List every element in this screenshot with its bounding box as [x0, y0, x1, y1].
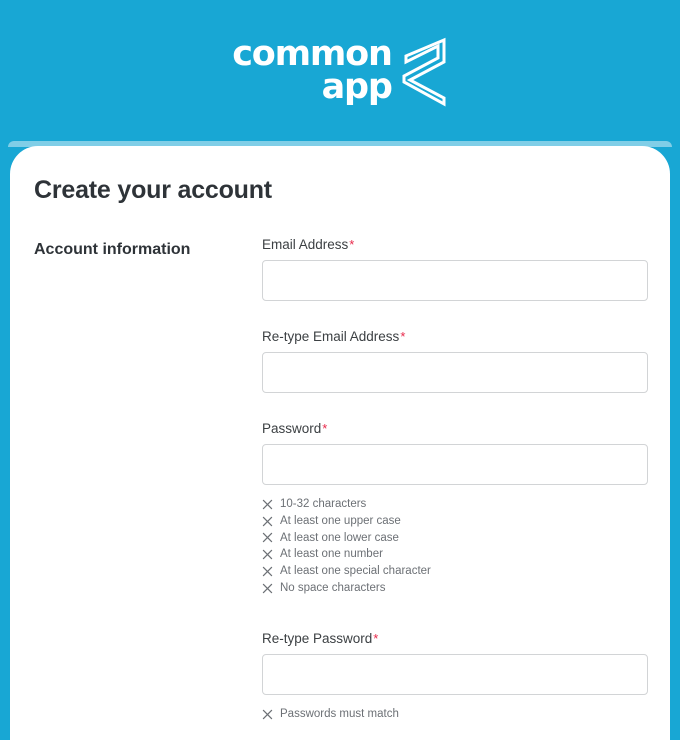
required-marker: *: [400, 329, 406, 344]
password-requirement-item: At least one lower case: [262, 530, 648, 547]
page-title: Create your account: [34, 176, 272, 204]
required-marker: *: [322, 421, 328, 436]
password-requirement-item: Passwords must match: [262, 706, 648, 723]
x-icon: [262, 566, 273, 577]
password-requirement-item: No space characters: [262, 580, 648, 597]
password-match-requirements-list: Passwords must match: [262, 706, 648, 723]
password-requirement-item: At least one upper case: [262, 513, 648, 530]
label-password: Password*: [262, 421, 648, 436]
page-header: common app: [0, 0, 680, 145]
required-marker: *: [349, 237, 355, 252]
password-requirement-label: At least one lower case: [280, 531, 399, 544]
logo-word-common: common: [232, 33, 393, 74]
field-group-email-confirm: Re-type Email Address*: [262, 329, 648, 393]
field-group-email: Email Address*: [262, 237, 648, 301]
password-requirement-label: 10-32 characters: [280, 498, 367, 510]
field-group-password: Password* 10-32 characters At least one u…: [262, 421, 648, 597]
logo-word-app: app: [321, 66, 393, 107]
password-requirement-item: 10-32 characters: [262, 496, 648, 513]
password-requirement-label: At least one number: [280, 548, 383, 561]
email-input[interactable]: [262, 260, 648, 301]
email-confirm-input[interactable]: [262, 352, 648, 393]
label-retype-email-address: Re-type Email Address*: [262, 329, 648, 344]
label-retype-password: Re-type Password*: [262, 631, 648, 646]
common-app-ribbon-logo-icon: [402, 37, 446, 107]
x-icon: [262, 549, 273, 560]
x-icon: [262, 516, 273, 527]
password-requirement-label: Passwords must match: [280, 707, 399, 720]
password-requirement-label: At least one upper case: [280, 514, 401, 527]
account-information-section: Account information Email Address* Re-ty…: [34, 237, 648, 733]
label-email-address-text: Email Address: [262, 237, 349, 252]
field-group-password-confirm: Re-type Password* Passwords must match: [262, 631, 648, 723]
label-email-address: Email Address*: [262, 237, 648, 252]
x-icon: [262, 533, 273, 543]
password-requirements-list: 10-32 characters At least one upper case A…: [262, 496, 648, 597]
password-requirement-label: At least one special character: [280, 565, 431, 578]
required-marker: *: [373, 630, 379, 646]
account-form-card: Create your account Account information …: [10, 146, 670, 740]
common-app-logo[interactable]: common app: [232, 33, 448, 108]
x-icon: [262, 499, 273, 510]
label-password-text: Password: [262, 421, 322, 436]
label-retype-email-address-text: Re-type Email Address: [262, 329, 400, 344]
x-icon: [262, 583, 273, 594]
password-requirement-item: At least one number: [262, 546, 648, 563]
password-requirement-item: At least one special character: [262, 563, 648, 580]
logo-wordmark: common app: [232, 33, 393, 107]
label-retype-password-text: Re-type Password: [262, 630, 373, 646]
section-label-account-information: Account information: [34, 241, 191, 258]
password-confirm-input[interactable]: [262, 653, 648, 695]
form-fields: Email Address* Re-type Email Address* Pa…: [262, 237, 648, 733]
x-icon: [262, 709, 273, 720]
password-input[interactable]: [262, 444, 648, 485]
password-requirement-label: No space characters: [280, 581, 386, 594]
